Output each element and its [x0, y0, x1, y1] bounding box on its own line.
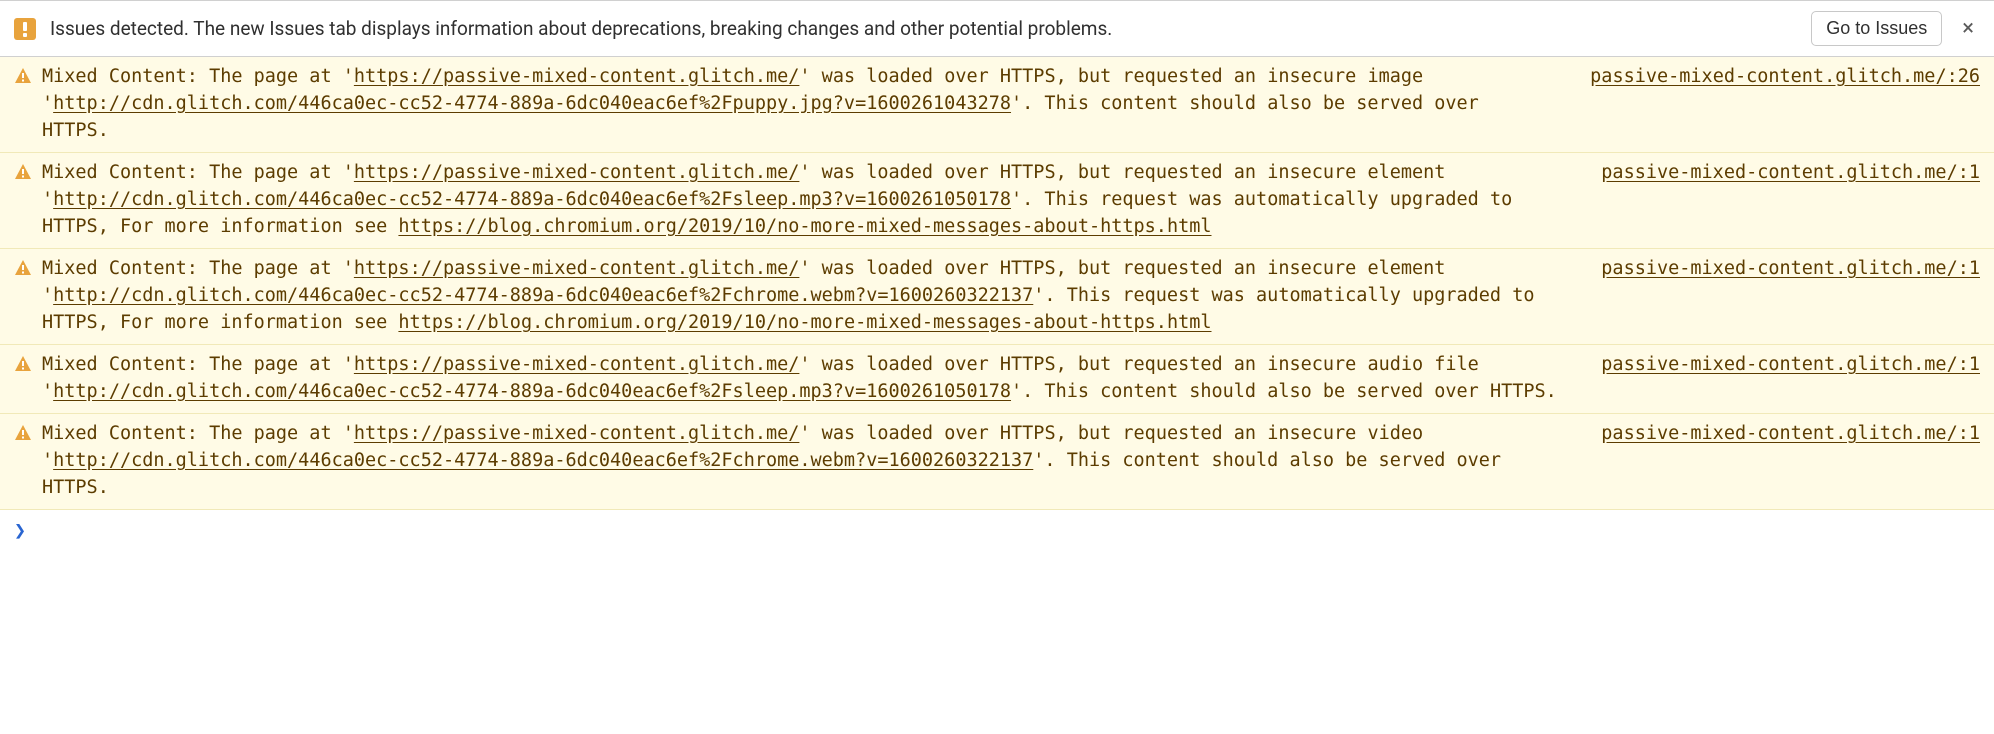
- warning-message: Mixed Content: The page at 'https://pass…: [42, 159, 1561, 240]
- console-warning-row: Mixed Content: The page at 'https://pass…: [0, 345, 1994, 414]
- text: Mixed Content: The page at ': [42, 423, 354, 444]
- text: Mixed Content: The page at ': [42, 354, 354, 375]
- source-link[interactable]: passive-mixed-content.glitch.me/:1: [1601, 159, 1980, 186]
- resource-url-link[interactable]: http://cdn.glitch.com/446ca0ec-cc52-4774…: [53, 381, 1011, 402]
- text: Mixed Content: The page at ': [42, 66, 354, 87]
- go-to-issues-button[interactable]: Go to Issues: [1811, 11, 1942, 46]
- chevron-right-icon: ❯: [14, 518, 26, 542]
- console-warning-row: Mixed Content: The page at 'https://pass…: [0, 249, 1994, 345]
- close-icon[interactable]: ×: [1956, 16, 1980, 41]
- warning-message: Mixed Content: The page at 'https://pass…: [42, 351, 1561, 405]
- issues-bar: Issues detected. The new Issues tab disp…: [0, 0, 1994, 57]
- source-link[interactable]: passive-mixed-content.glitch.me/:1: [1601, 351, 1980, 378]
- text: Mixed Content: The page at ': [42, 162, 354, 183]
- issues-icon: [14, 18, 36, 40]
- page-url-link[interactable]: https://passive-mixed-content.glitch.me/: [354, 162, 800, 183]
- source-link[interactable]: passive-mixed-content.glitch.me/:26: [1590, 63, 1980, 90]
- info-url-link[interactable]: https://blog.chromium.org/2019/10/no-mor…: [398, 312, 1211, 333]
- console-warning-row: Mixed Content: The page at 'https://pass…: [0, 414, 1994, 510]
- warning-message: Mixed Content: The page at 'https://pass…: [42, 255, 1561, 336]
- source-link[interactable]: passive-mixed-content.glitch.me/:1: [1601, 255, 1980, 282]
- console-prompt[interactable]: ❯: [0, 510, 1994, 550]
- warning-message: Mixed Content: The page at 'https://pass…: [42, 420, 1561, 501]
- source-link[interactable]: passive-mixed-content.glitch.me/:1: [1601, 420, 1980, 447]
- warning-icon: [14, 355, 32, 373]
- resource-url-link[interactable]: http://cdn.glitch.com/446ca0ec-cc52-4774…: [53, 189, 1011, 210]
- console-warning-row: Mixed Content: The page at 'https://pass…: [0, 153, 1994, 249]
- resource-url-link[interactable]: http://cdn.glitch.com/446ca0ec-cc52-4774…: [53, 450, 1033, 471]
- text: Mixed Content: The page at ': [42, 258, 354, 279]
- page-url-link[interactable]: https://passive-mixed-content.glitch.me/: [354, 66, 800, 87]
- warning-icon: [14, 424, 32, 442]
- warning-icon: [14, 259, 32, 277]
- warning-message: Mixed Content: The page at 'https://pass…: [42, 63, 1550, 144]
- info-url-link[interactable]: https://blog.chromium.org/2019/10/no-mor…: [398, 216, 1211, 237]
- page-url-link[interactable]: https://passive-mixed-content.glitch.me/: [354, 423, 800, 444]
- text: '. This content should also be served ov…: [1011, 381, 1557, 402]
- page-url-link[interactable]: https://passive-mixed-content.glitch.me/: [354, 354, 800, 375]
- console-warning-row: Mixed Content: The page at 'https://pass…: [0, 57, 1994, 153]
- warning-icon: [14, 163, 32, 181]
- issues-message: Issues detected. The new Issues tab disp…: [50, 17, 1797, 40]
- page-url-link[interactable]: https://passive-mixed-content.glitch.me/: [354, 258, 800, 279]
- warning-icon: [14, 67, 32, 85]
- resource-url-link[interactable]: http://cdn.glitch.com/446ca0ec-cc52-4774…: [53, 93, 1011, 114]
- resource-url-link[interactable]: http://cdn.glitch.com/446ca0ec-cc52-4774…: [53, 285, 1033, 306]
- console-log-list: Mixed Content: The page at 'https://pass…: [0, 57, 1994, 510]
